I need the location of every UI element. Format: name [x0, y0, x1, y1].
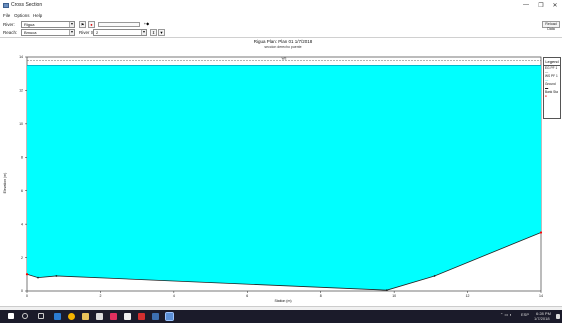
menu-options[interactable]: Options — [14, 13, 30, 18]
x-tick-label: 12 — [466, 294, 470, 298]
x-tick-label: 4 — [173, 294, 175, 298]
record-icon[interactable]: ● — [88, 21, 95, 28]
cross-section-window: Cross Section — ❐ ✕ File Options Help Ri… — [0, 0, 562, 323]
ground-point — [433, 275, 436, 277]
minimize-button[interactable]: — — [519, 2, 533, 8]
menu-file[interactable]: File — [3, 13, 10, 18]
notification-icon[interactable] — [556, 314, 560, 319]
legend-item-eg: EG PF 1 — — [545, 66, 558, 74]
mail-icon[interactable] — [124, 313, 131, 320]
river-select[interactable]: Rigua ▼ — [21, 21, 75, 28]
y-tick-label: 6 — [21, 189, 23, 193]
chart-subtitle: seccion derecho puente — [264, 45, 301, 49]
ground-point — [37, 276, 39, 279]
y-tick-label: 4 — [21, 222, 23, 226]
station-up-down-icon[interactable]: ⇕ — [150, 29, 157, 36]
reload-data-button[interactable]: Reload Data — [542, 21, 560, 31]
legend: Legend EG PF 1 — WS PF 1 — Ground ▬ Bank… — [543, 57, 561, 119]
x-tick-label: 2 — [99, 294, 101, 298]
reach-row: Reach: Bmuca ▼ River Sta.: 2 ▼ ⇕ ▼ — [0, 29, 562, 37]
chart-marks: WS — [25, 56, 543, 292]
clock-date: 1/7/2018 — [534, 316, 550, 321]
x-tick-label: 14 — [539, 294, 543, 298]
station-next-icon[interactable]: ▼ — [158, 29, 165, 36]
river-station-select[interactable]: 2 ▼ — [93, 29, 147, 36]
close-button[interactable]: ✕ — [548, 2, 562, 9]
taskbar: ⌃ ▭ ◖ ESP 6:28 PM 1/7/2018 — [0, 310, 562, 323]
bank-station-point — [539, 231, 543, 234]
y-tick-label: 2 — [21, 256, 23, 260]
cross-section-task-icon[interactable] — [165, 312, 174, 321]
flag-icon[interactable]: ⚑ — [79, 21, 86, 28]
chrome-icon[interactable] — [68, 313, 75, 320]
menu-help[interactable]: Help — [33, 13, 42, 18]
water-area — [27, 65, 541, 291]
river-label: River: — [3, 22, 15, 27]
edge-icon[interactable] — [54, 313, 61, 320]
y-tick-label: 8 — [21, 155, 23, 159]
maximize-button[interactable]: ❐ — [534, 2, 548, 9]
app-icon-pink[interactable] — [110, 313, 117, 320]
x-axis-label: Station (m) — [274, 299, 291, 303]
legend-title: Legend — [544, 59, 560, 66]
legend-item-bank: Bank Sta ● — [545, 90, 558, 98]
chevron-down-icon: ▼ — [69, 30, 74, 35]
windows-start-icon[interactable] — [8, 313, 14, 319]
search-icon[interactable] — [22, 313, 28, 319]
x-tick-label: 6 — [246, 294, 248, 298]
pdf-icon[interactable] — [138, 313, 145, 320]
ground-point — [385, 289, 388, 292]
y-tick-label: 12 — [19, 89, 23, 93]
legend-item-ws: WS PF 1 — — [545, 74, 558, 82]
window-title: Cross Section — [11, 2, 43, 8]
y-tick-label: 14 — [19, 55, 23, 59]
store-icon[interactable] — [96, 313, 103, 320]
title-bar: Cross Section — ❐ ✕ — [0, 0, 562, 12]
plot-icon[interactable]: +◆ — [143, 21, 150, 28]
task-view-icon[interactable] — [38, 313, 44, 319]
chart-title: Rigua Plan: Plan 01 1/7/2018 — [254, 39, 313, 44]
river-row: River: Rigua ▼ ⚑ ● +◆ Reload Data — [0, 21, 562, 31]
y-tick-label: 10 — [19, 122, 23, 126]
river-value: Rigua — [24, 22, 35, 27]
chevron-down-icon: ▼ — [141, 30, 146, 35]
bank-station-point — [25, 273, 29, 276]
app-icon — [3, 3, 9, 8]
cross-section-plot: Rigua Plan: Plan 01 1/7/2018 seccion der… — [3, 39, 543, 303]
chevron-down-icon: ▼ — [69, 22, 74, 27]
x-tick-label: 8 — [320, 294, 322, 298]
y-axis-label: Elevation (m) — [3, 173, 7, 194]
x-tick-label: 0 — [26, 294, 28, 298]
progress-bar — [98, 22, 140, 27]
ws-label: WS — [282, 56, 287, 60]
river-station-value: 2 — [96, 30, 99, 35]
reach-label: Reach: — [3, 30, 18, 35]
file-explorer-icon[interactable] — [82, 313, 89, 320]
reach-select[interactable]: Bmuca ▼ — [21, 29, 75, 36]
tray-icons: ⌃ ▭ ◖ — [500, 312, 512, 317]
hec-ras-icon[interactable] — [152, 313, 159, 320]
x-tick-label: 10 — [392, 294, 396, 298]
reach-value: Bmuca — [24, 30, 37, 35]
y-tick-label: 0 — [21, 289, 23, 293]
language-indicator: ESP — [521, 312, 530, 317]
legend-item-ground: Ground ▬ — [545, 82, 556, 90]
ground-point — [55, 275, 58, 277]
menu-bar: File Options Help — [0, 12, 562, 20]
